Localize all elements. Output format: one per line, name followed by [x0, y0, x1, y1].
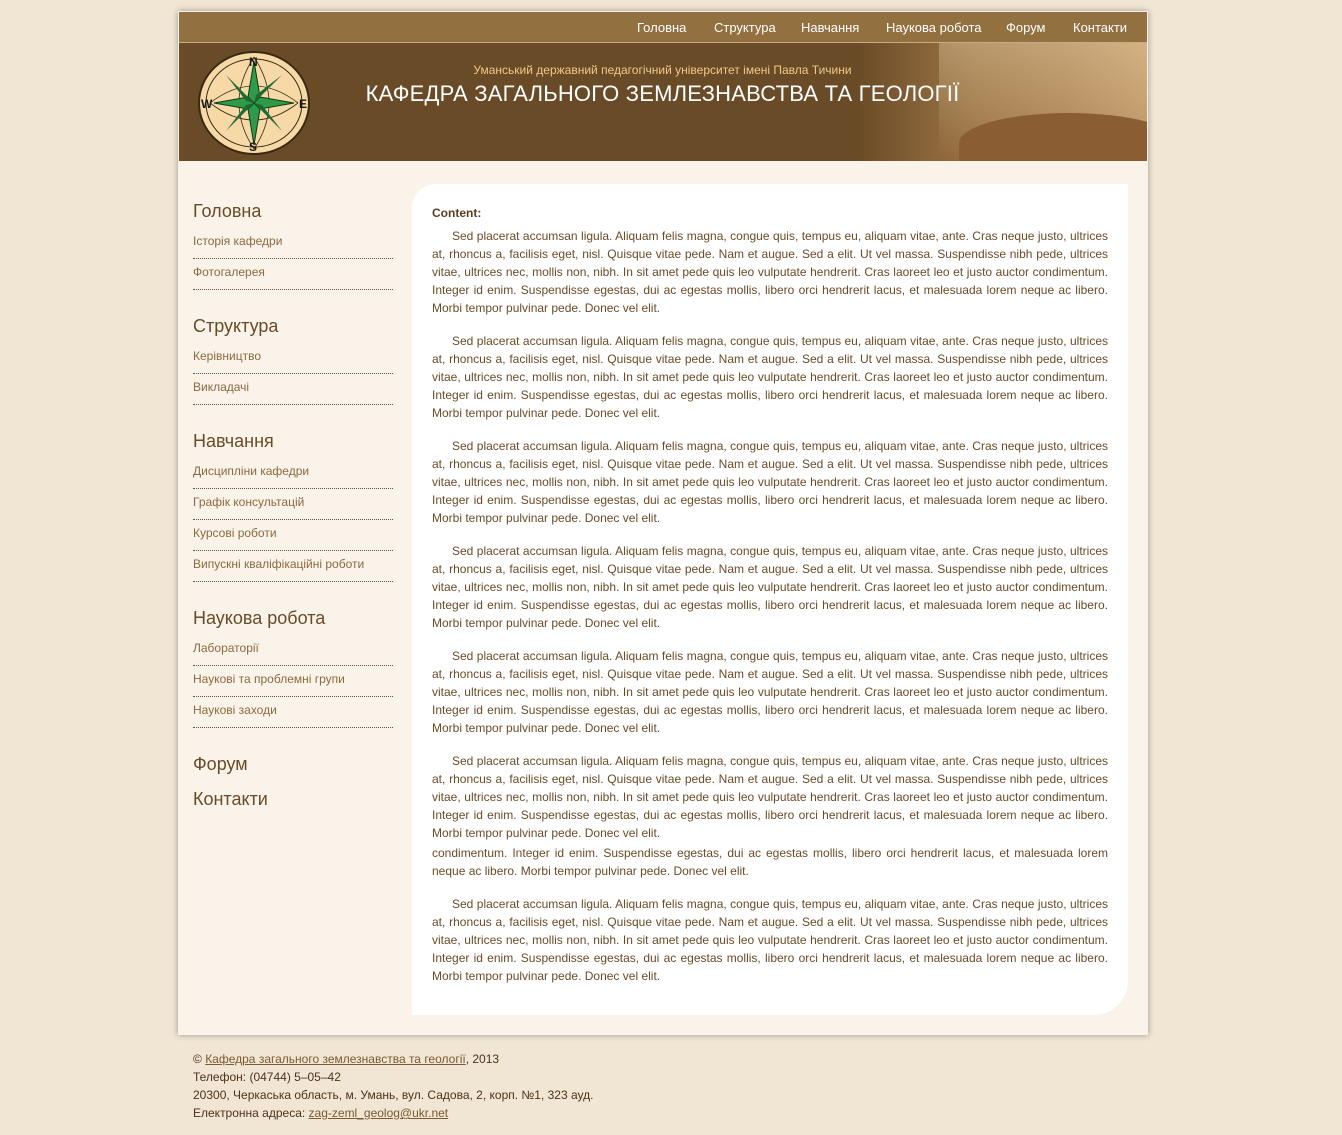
sidebar-heading-education[interactable]: Навчання: [193, 431, 274, 452]
copyright-year: , 2013: [465, 1052, 500, 1066]
content-paragraph: Sed placerat accumsan ligula. Aliquam fe…: [432, 754, 1108, 840]
nav-item-home[interactable]: Головна: [637, 20, 686, 35]
sidebar-link-coursework[interactable]: Курсові роботи: [193, 520, 393, 551]
sidebar-link-laboratories[interactable]: Лабораторії: [193, 635, 393, 666]
footer-address: 20300, Черкаська область, м. Умань, вул.…: [193, 1088, 594, 1102]
content-paragraph: Sed placerat accumsan ligula. Aliquam fe…: [432, 334, 1108, 420]
university-name: Уманський державний педагогічний універс…: [473, 63, 852, 77]
nav-item-structure[interactable]: Структура: [714, 20, 776, 35]
sidebar-link-gallery[interactable]: Фотогалерея: [193, 259, 393, 290]
sidebar-heading-contacts[interactable]: Контакти: [193, 789, 268, 810]
compass-logo-icon[interactable]: N S W E: [196, 49, 312, 157]
main-content: Content: Sed placerat accumsan ligula. A…: [412, 184, 1128, 1015]
sidebar-heading-structure[interactable]: Структура: [193, 316, 278, 337]
sidebar-heading-forum[interactable]: Форум: [193, 754, 248, 775]
content-paragraph: Sed placerat accumsan ligula. Aliquam fe…: [432, 544, 1108, 630]
header-banner: N S W E Уманський державний педагогічний…: [179, 43, 1147, 161]
sidebar-heading-home[interactable]: Головна: [193, 201, 261, 222]
sidebar-link-graduate-works[interactable]: Випускні кваліфікаційні роботи: [193, 551, 393, 582]
footer-email-link[interactable]: zag-zeml_geolog@ukr.net: [309, 1106, 449, 1120]
footer: © Кафедра загального землезнавства та ге…: [193, 1050, 593, 1122]
footer-email-row: Електронна адреса: zag-zeml_geolog@ukr.n…: [193, 1104, 593, 1122]
content-paragraph: Sed placerat accumsan ligula. Aliquam fe…: [432, 229, 1108, 315]
sidebar-link-disciplines[interactable]: Дисципліни кафедри: [193, 458, 393, 489]
nav-item-contacts[interactable]: Контакти: [1073, 20, 1127, 35]
nav-item-research[interactable]: Наукова робота: [886, 20, 982, 35]
compass-e-label: E: [299, 97, 307, 111]
content-paragraph: Sed placerat accumsan ligula. Aliquam fe…: [432, 649, 1108, 735]
footer-department-link[interactable]: Кафедра загального землезнавства та геол…: [205, 1052, 466, 1066]
copyright-symbol: ©: [193, 1052, 202, 1066]
top-navigation: Головна Структура Навчання Наукова робот…: [179, 12, 1147, 43]
compass-n-label: N: [249, 55, 258, 69]
page-container: Головна Структура Навчання Наукова робот…: [178, 11, 1148, 1035]
sidebar-link-events[interactable]: Наукові заходи: [193, 697, 393, 728]
content-paragraph: Sed placerat accumsan ligula. Aliquam fe…: [432, 897, 1108, 983]
footer-copyright: © Кафедра загального землезнавства та ге…: [193, 1050, 593, 1068]
footer-phone: Телефон: (04744) 5–05–42: [193, 1070, 341, 1084]
compass-s-label: S: [249, 140, 257, 154]
nav-item-forum[interactable]: Форум: [1006, 20, 1046, 35]
compass-w-label: W: [201, 97, 213, 111]
sidebar-link-consultations[interactable]: Графік консультацій: [193, 489, 393, 520]
content-label: Content:: [432, 206, 482, 220]
page-title: КАФЕДРА ЗАГАЛЬНОГО ЗЕМЛЕЗНАВСТВА ТА ГЕОЛ…: [365, 81, 960, 106]
nav-item-education[interactable]: Навчання: [801, 20, 859, 35]
sidebar-link-history[interactable]: Історія кафедри: [193, 228, 393, 259]
sidebar-heading-research[interactable]: Наукова робота: [193, 608, 325, 629]
sidebar-link-teachers[interactable]: Викладачі: [193, 374, 393, 405]
footer-email-label: Електронна адреса:: [193, 1106, 306, 1120]
content-paragraph: Sed placerat accumsan ligula. Aliquam fe…: [432, 439, 1108, 525]
sidebar-link-management[interactable]: Керівництво: [193, 343, 393, 374]
sidebar-link-research-groups[interactable]: Наукові та проблемні групи: [193, 666, 393, 697]
content-paragraph-fragment: condimentum. Integer id enim. Suspendiss…: [432, 846, 1108, 878]
